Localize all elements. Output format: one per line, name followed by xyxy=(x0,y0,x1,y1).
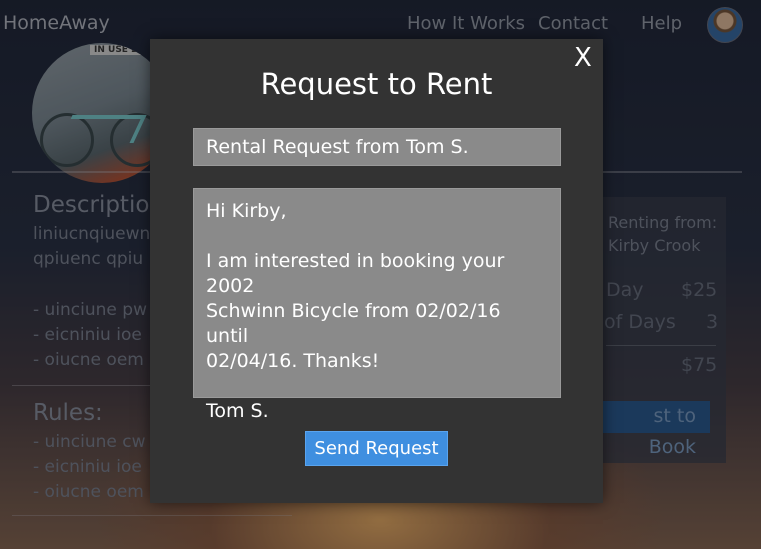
modal-title: Request to Rent xyxy=(260,67,493,101)
message-line: I am interested in booking your 2002 xyxy=(206,250,505,297)
message-line: Hi Kirby, xyxy=(206,200,287,222)
message-field[interactable]: Hi Kirby, I am interested in booking you… xyxy=(193,188,561,422)
message-line: Tom S. xyxy=(206,400,269,422)
message-line: 02/04/16. Thanks! xyxy=(206,350,380,372)
message-line: Schwinn Bicycle from 02/02/16 until xyxy=(206,300,501,347)
request-modal: X Request to Rent Rental Request from To… xyxy=(150,39,603,503)
subject-field[interactable]: Rental Request from Tom S. xyxy=(193,128,561,166)
send-request-button[interactable]: Send Request xyxy=(305,431,448,466)
